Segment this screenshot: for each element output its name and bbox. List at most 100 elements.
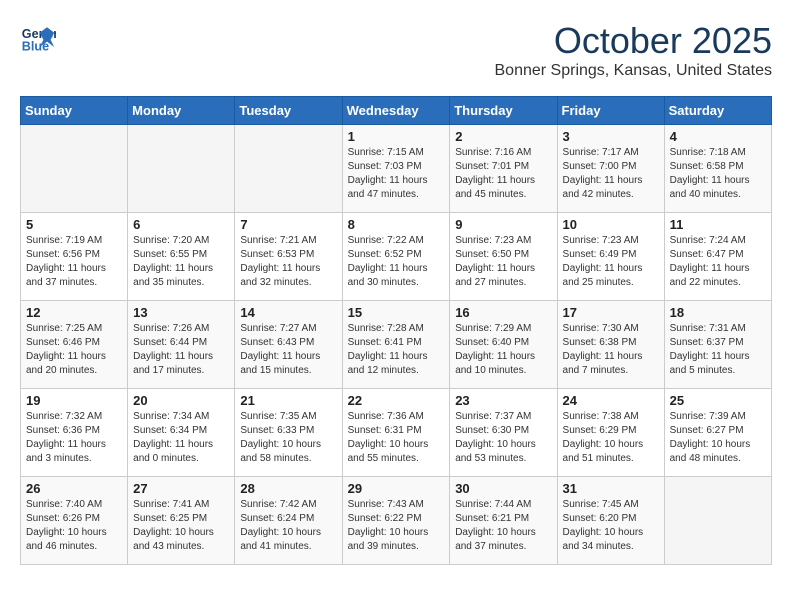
day-info: Sunrise: 7:16 AM Sunset: 7:01 PM Dayligh… bbox=[455, 146, 551, 202]
calendar-cell: 8Sunrise: 7:22 AM Sunset: 6:52 PM Daylig… bbox=[342, 213, 450, 301]
day-number: 12 bbox=[26, 305, 122, 320]
calendar-cell: 20Sunrise: 7:34 AM Sunset: 6:34 PM Dayli… bbox=[128, 389, 235, 477]
calendar-cell: 5 Sunrise: 7:19 AM Sunset: 6:56 PM Daylig… bbox=[21, 213, 128, 301]
day-info: Sunrise: 7:26 AM Sunset: 6:44 PM Dayligh… bbox=[133, 322, 229, 378]
day-number: 30 bbox=[455, 481, 551, 496]
calendar-cell: 30 Sunrise: 7:44 AM Sunset: 6:21 PM Dayli… bbox=[450, 477, 557, 565]
calendar-cell: 7Sunrise: 7:21 AM Sunset: 6:53 PM Daylig… bbox=[235, 213, 342, 301]
day-info: Sunrise: 7:21 AM Sunset: 6:53 PM Dayligh… bbox=[240, 234, 336, 290]
day-info: Sunrise: 7:29 AM Sunset: 6:40 PM Dayligh… bbox=[455, 322, 551, 378]
day-info: Sunrise: 7:25 AM Sunset: 6:46 PM Dayligh… bbox=[26, 322, 122, 378]
weekday-header-monday: Monday bbox=[128, 97, 235, 125]
day-number: 4 bbox=[670, 129, 766, 144]
calendar-cell: 11Sunrise: 7:24 AM Sunset: 6:47 PM Dayli… bbox=[664, 213, 771, 301]
weekday-header-sunday: Sunday bbox=[21, 97, 128, 125]
day-number: 11 bbox=[670, 217, 766, 232]
day-number: 13 bbox=[133, 305, 229, 320]
weekday-header-friday: Friday bbox=[557, 97, 664, 125]
calendar-cell: 1 Sunrise: 7:15 AM Sunset: 7:03 PM Daylig… bbox=[342, 125, 450, 213]
day-info: Sunrise: 7:15 AM Sunset: 7:03 PM Dayligh… bbox=[348, 146, 445, 202]
day-info: Sunrise: 7:30 AM Sunset: 6:38 PM Dayligh… bbox=[563, 322, 659, 378]
day-number: 6 bbox=[133, 217, 229, 232]
calendar-cell: 16 Sunrise: 7:29 AM Sunset: 6:40 PM Dayli… bbox=[450, 301, 557, 389]
calendar-cell: 22 Sunrise: 7:36 AM Sunset: 6:31 PM Dayli… bbox=[342, 389, 450, 477]
month-title: October 2025 bbox=[495, 20, 773, 62]
calendar-cell: 9Sunrise: 7:23 AM Sunset: 6:50 PM Daylig… bbox=[450, 213, 557, 301]
day-number: 25 bbox=[670, 393, 766, 408]
weekday-header-tuesday: Tuesday bbox=[235, 97, 342, 125]
day-number: 1 bbox=[348, 129, 445, 144]
day-number: 15 bbox=[348, 305, 445, 320]
day-info: Sunrise: 7:18 AM Sunset: 6:58 PM Dayligh… bbox=[670, 146, 766, 202]
calendar-cell: 25 Sunrise: 7:39 AM Sunset: 6:27 PM Dayli… bbox=[664, 389, 771, 477]
calendar-cell: 23 Sunrise: 7:37 AM Sunset: 6:30 PM Dayli… bbox=[450, 389, 557, 477]
weekday-header-saturday: Saturday bbox=[664, 97, 771, 125]
day-number: 23 bbox=[455, 393, 551, 408]
calendar-cell: 31 Sunrise: 7:45 AM Sunset: 6:20 PM Dayli… bbox=[557, 477, 664, 565]
day-number: 17 bbox=[563, 305, 659, 320]
day-number: 3 bbox=[563, 129, 659, 144]
day-info: Sunrise: 7:20 AM Sunset: 6:55 PM Dayligh… bbox=[133, 234, 229, 290]
day-info: Sunrise: 7:39 AM Sunset: 6:27 PM Dayligh… bbox=[670, 410, 766, 466]
calendar-week-1: 1 Sunrise: 7:15 AM Sunset: 7:03 PM Daylig… bbox=[21, 125, 772, 213]
day-info: Sunrise: 7:38 AM Sunset: 6:29 PM Dayligh… bbox=[563, 410, 659, 466]
day-info: Sunrise: 7:19 AM Sunset: 6:56 PM Dayligh… bbox=[26, 234, 122, 290]
calendar-cell: 14Sunrise: 7:27 AM Sunset: 6:43 PM Dayli… bbox=[235, 301, 342, 389]
day-number: 19 bbox=[26, 393, 122, 408]
day-info: Sunrise: 7:43 AM Sunset: 6:22 PM Dayligh… bbox=[348, 498, 445, 554]
day-info: Sunrise: 7:35 AM Sunset: 6:33 PM Dayligh… bbox=[240, 410, 336, 466]
calendar-cell bbox=[235, 125, 342, 213]
day-number: 29 bbox=[348, 481, 445, 496]
calendar-table: SundayMondayTuesdayWednesdayThursdayFrid… bbox=[20, 96, 772, 565]
weekday-header-row: SundayMondayTuesdayWednesdayThursdayFrid… bbox=[21, 97, 772, 125]
title-block: October 2025 Bonner Springs, Kansas, Uni… bbox=[495, 20, 773, 80]
day-number: 18 bbox=[670, 305, 766, 320]
day-number: 14 bbox=[240, 305, 336, 320]
calendar-week-4: 19 Sunrise: 7:32 AM Sunset: 6:36 PM Dayli… bbox=[21, 389, 772, 477]
day-info: Sunrise: 7:28 AM Sunset: 6:41 PM Dayligh… bbox=[348, 322, 445, 378]
calendar-cell bbox=[21, 125, 128, 213]
calendar-cell: 29 Sunrise: 7:43 AM Sunset: 6:22 PM Dayli… bbox=[342, 477, 450, 565]
day-info: Sunrise: 7:36 AM Sunset: 6:31 PM Dayligh… bbox=[348, 410, 445, 466]
day-number: 20 bbox=[133, 393, 229, 408]
day-number: 27 bbox=[133, 481, 229, 496]
logo-icon: General Blue bbox=[20, 20, 56, 56]
calendar-week-3: 12 Sunrise: 7:25 AM Sunset: 6:46 PM Dayli… bbox=[21, 301, 772, 389]
calendar-cell: 24 Sunrise: 7:38 AM Sunset: 6:29 PM Dayli… bbox=[557, 389, 664, 477]
day-number: 28 bbox=[240, 481, 336, 496]
calendar-week-2: 5 Sunrise: 7:19 AM Sunset: 6:56 PM Daylig… bbox=[21, 213, 772, 301]
calendar-cell: 3 Sunrise: 7:17 AM Sunset: 7:00 PM Daylig… bbox=[557, 125, 664, 213]
day-info: Sunrise: 7:23 AM Sunset: 6:50 PM Dayligh… bbox=[455, 234, 551, 290]
day-number: 2 bbox=[455, 129, 551, 144]
calendar-cell: 12 Sunrise: 7:25 AM Sunset: 6:46 PM Dayli… bbox=[21, 301, 128, 389]
day-info: Sunrise: 7:37 AM Sunset: 6:30 PM Dayligh… bbox=[455, 410, 551, 466]
day-number: 31 bbox=[563, 481, 659, 496]
calendar-cell bbox=[664, 477, 771, 565]
day-number: 24 bbox=[563, 393, 659, 408]
day-info: Sunrise: 7:40 AM Sunset: 6:26 PM Dayligh… bbox=[26, 498, 122, 554]
calendar-cell: 15 Sunrise: 7:28 AM Sunset: 6:41 PM Dayli… bbox=[342, 301, 450, 389]
day-info: Sunrise: 7:32 AM Sunset: 6:36 PM Dayligh… bbox=[26, 410, 122, 466]
day-info: Sunrise: 7:44 AM Sunset: 6:21 PM Dayligh… bbox=[455, 498, 551, 554]
calendar-cell bbox=[128, 125, 235, 213]
logo: General Blue bbox=[20, 20, 56, 56]
day-info: Sunrise: 7:45 AM Sunset: 6:20 PM Dayligh… bbox=[563, 498, 659, 554]
calendar-week-5: 26Sunrise: 7:40 AM Sunset: 6:26 PM Dayli… bbox=[21, 477, 772, 565]
calendar-cell: 6 Sunrise: 7:20 AM Sunset: 6:55 PM Daylig… bbox=[128, 213, 235, 301]
day-info: Sunrise: 7:23 AM Sunset: 6:49 PM Dayligh… bbox=[563, 234, 659, 290]
calendar-cell: 13 Sunrise: 7:26 AM Sunset: 6:44 PM Dayli… bbox=[128, 301, 235, 389]
calendar-cell: 4 Sunrise: 7:18 AM Sunset: 6:58 PM Daylig… bbox=[664, 125, 771, 213]
day-number: 22 bbox=[348, 393, 445, 408]
day-info: Sunrise: 7:22 AM Sunset: 6:52 PM Dayligh… bbox=[348, 234, 445, 290]
calendar-cell: 21 Sunrise: 7:35 AM Sunset: 6:33 PM Dayli… bbox=[235, 389, 342, 477]
day-number: 16 bbox=[455, 305, 551, 320]
calendar-cell: 17 Sunrise: 7:30 AM Sunset: 6:38 PM Dayli… bbox=[557, 301, 664, 389]
day-number: 5 bbox=[26, 217, 122, 232]
calendar-cell: 10 Sunrise: 7:23 AM Sunset: 6:49 PM Dayli… bbox=[557, 213, 664, 301]
day-number: 21 bbox=[240, 393, 336, 408]
day-number: 10 bbox=[563, 217, 659, 232]
calendar-cell: 27Sunrise: 7:41 AM Sunset: 6:25 PM Dayli… bbox=[128, 477, 235, 565]
calendar-cell: 18Sunrise: 7:31 AM Sunset: 6:37 PM Dayli… bbox=[664, 301, 771, 389]
weekday-header-wednesday: Wednesday bbox=[342, 97, 450, 125]
day-info: Sunrise: 7:17 AM Sunset: 7:00 PM Dayligh… bbox=[563, 146, 659, 202]
